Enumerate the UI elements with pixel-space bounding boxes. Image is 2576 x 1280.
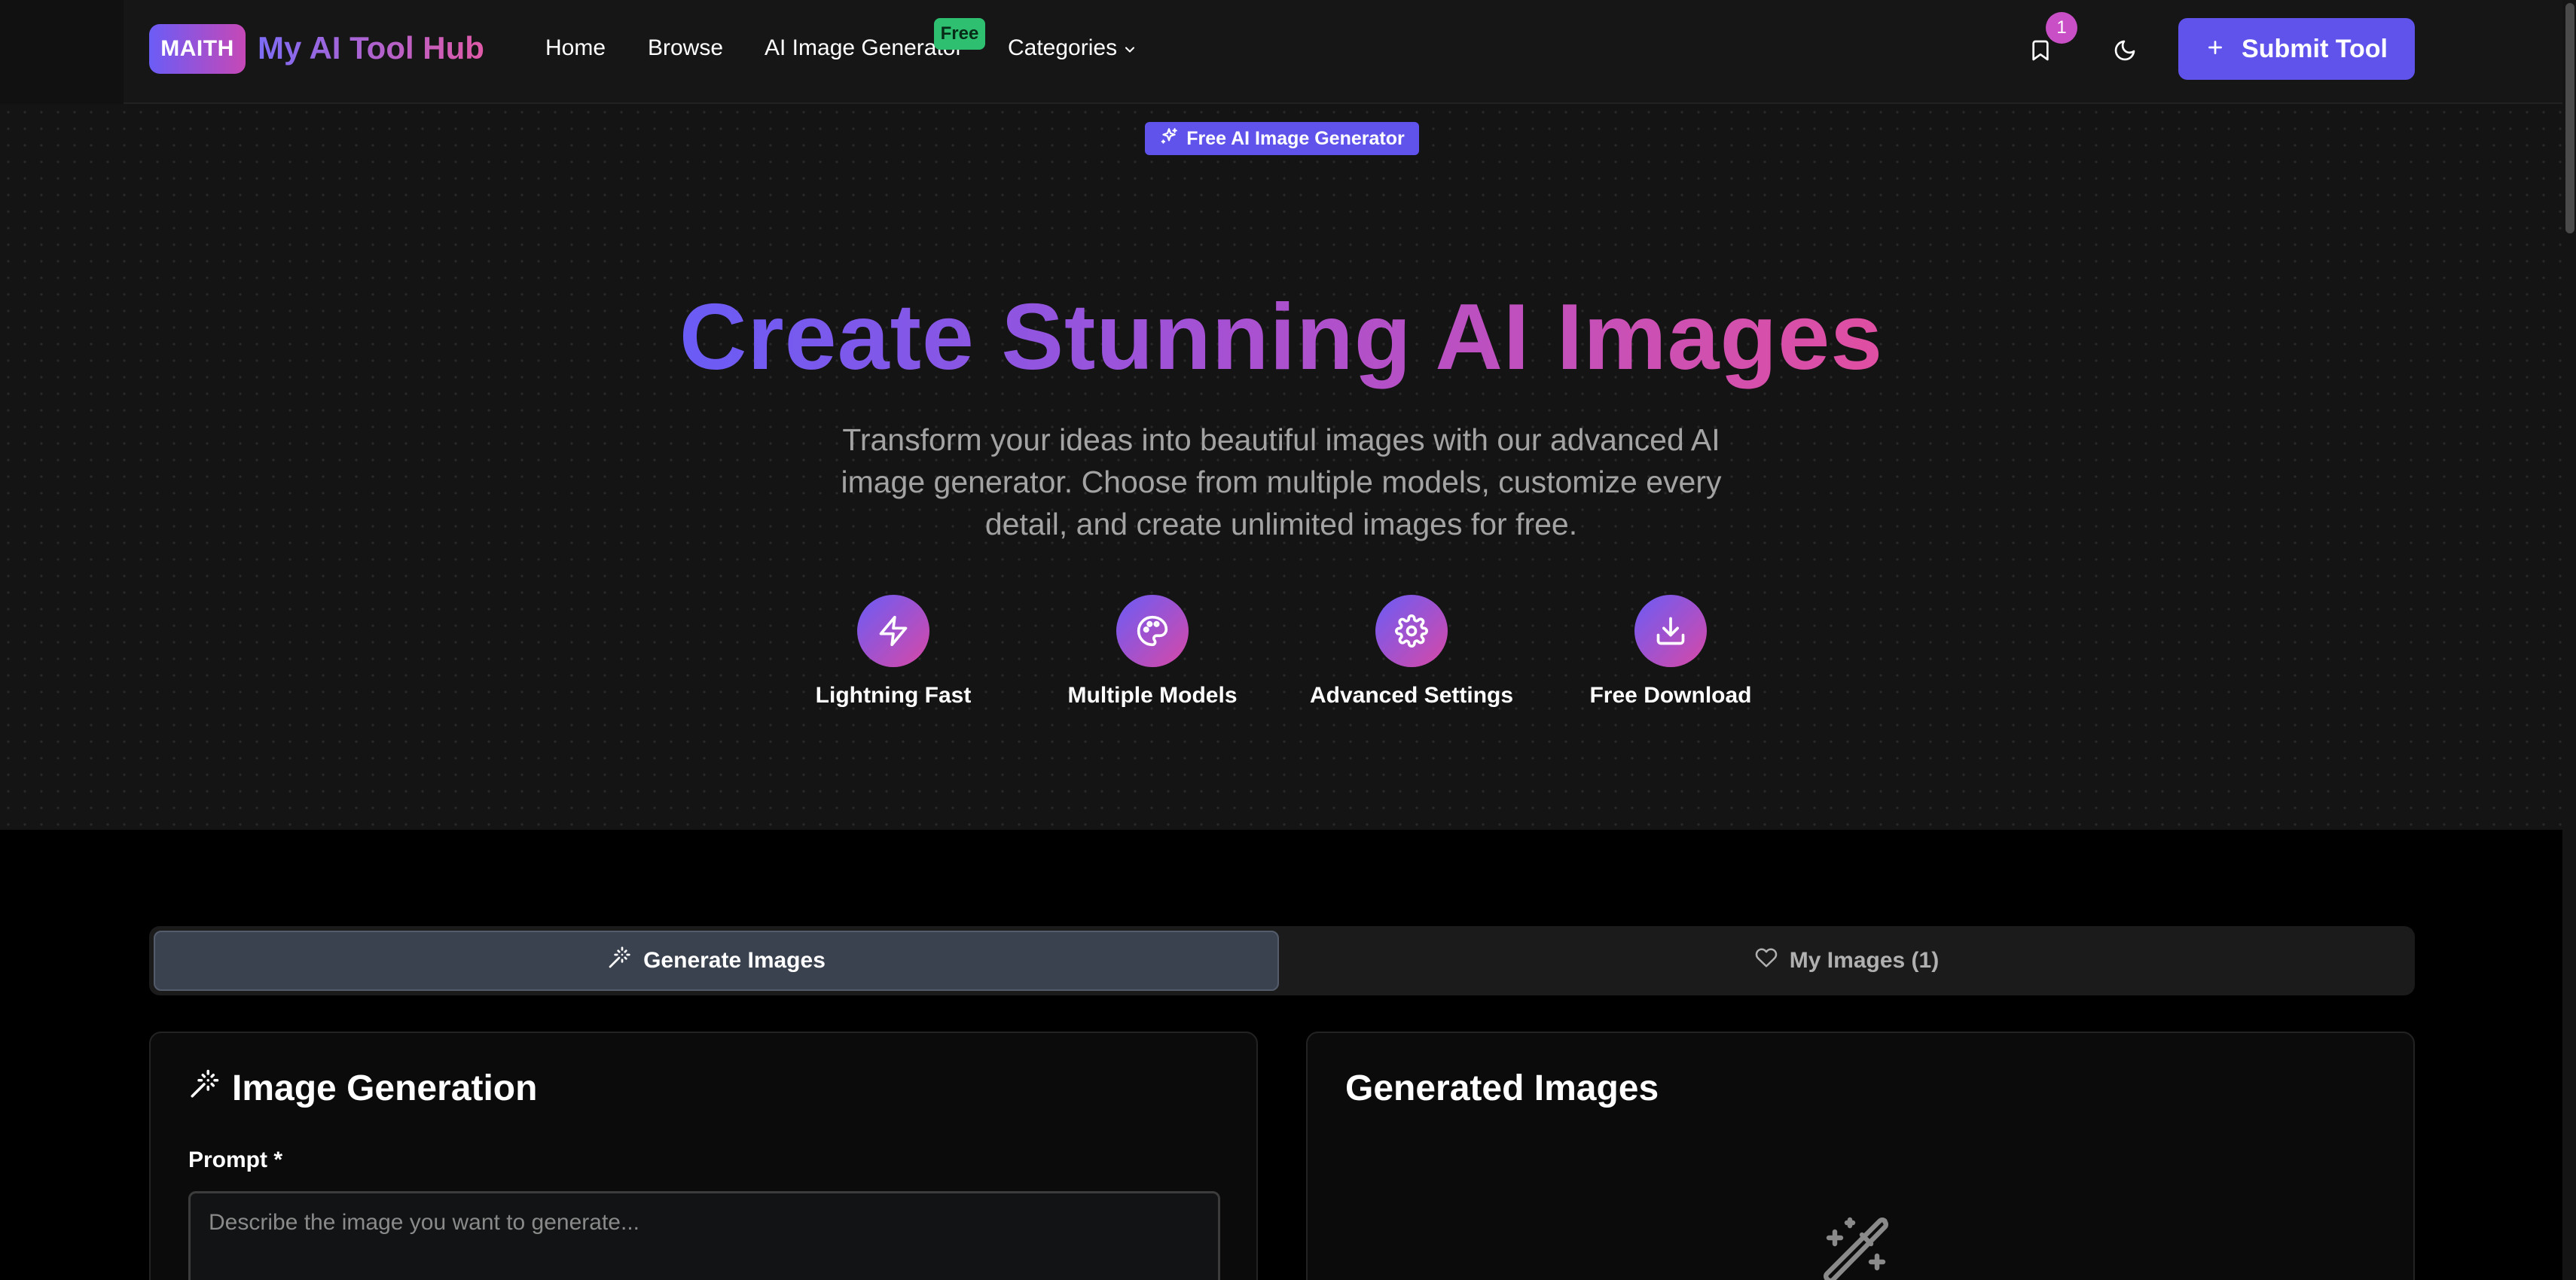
bookmark-count-badge: 1 [2046,12,2077,44]
nav-link-ai-image-generator[interactable]: AI Image Generator [765,33,963,63]
logo-text[interactable]: My AI Tool Hub [258,27,484,69]
generated-images-card: Generated Images [1306,1032,2415,1280]
magic-wand-icon [607,946,631,976]
tab-generate-images[interactable]: Generate Images [154,931,1279,991]
sparkles-icon [1159,126,1179,151]
lightning-icon [857,595,929,667]
heart-icon [1755,946,1778,975]
magic-wand-icon [188,1068,220,1109]
nav-link-categories[interactable]: Categories [1008,33,1117,63]
hero-badge-label: Free AI Image Generator [1186,127,1405,149]
feature-label: Lightning Fast [815,683,972,708]
navbar-left-strip [0,0,124,104]
tab-generate-label: Generate Images [643,948,826,973]
gear-icon [1375,595,1448,667]
logo-badge[interactable]: MAITH [149,24,246,74]
nav-link-home[interactable]: Home [545,33,606,63]
download-icon [1634,595,1707,667]
image-generation-title: Image Generation [188,1068,537,1109]
prompt-input[interactable] [188,1191,1220,1280]
feature-label: Free Download [1589,683,1752,708]
nav-link-browse[interactable]: Browse [648,33,723,63]
hero-title: Create Stunning AI Images [679,285,1884,389]
theme-toggle-button[interactable] [2101,29,2148,75]
plus-icon [2205,35,2225,64]
hero-subtitle: Transform your ideas into beautiful imag… [841,422,1722,541]
feature-label: Advanced Settings [1309,683,1514,708]
palette-icon [1116,595,1189,667]
free-badge: Free [934,18,985,50]
top-navbar: MAITH My AI Tool Hub Home Browse AI Imag… [0,0,2576,104]
tab-my-images[interactable]: My Images (1) [1283,931,2410,991]
submit-tool-button[interactable]: Submit Tool [2178,18,2415,80]
feature-lightning-fast: Lightning Fast [780,595,1006,711]
image-generation-card: Image Generation Prompt * [149,1032,1258,1280]
feature-multiple-models: Multiple Models [1039,595,1265,711]
bookmark-icon [2028,38,2053,66]
moon-icon [2113,38,2137,66]
chevron-down-icon[interactable] [1122,42,1137,61]
wand-sparkles-icon [1820,1214,1892,1280]
hero-badge: Free AI Image Generator [1145,122,1419,155]
page-scrollbar[interactable] [2562,0,2576,1280]
feature-advanced-settings: Advanced Settings [1299,595,1525,711]
generated-images-title: Generated Images [1345,1068,1659,1108]
tab-my-images-label: My Images (1) [1789,948,1940,973]
submit-tool-label: Submit Tool [2242,34,2388,63]
prompt-label: Prompt * [188,1147,283,1172]
feature-free-download: Free Download [1558,595,1784,711]
scrollbar-thumb[interactable] [2565,3,2574,233]
generator-tabs: Generate Images My Images (1) [149,926,2415,995]
feature-label: Multiple Models [1067,683,1238,708]
